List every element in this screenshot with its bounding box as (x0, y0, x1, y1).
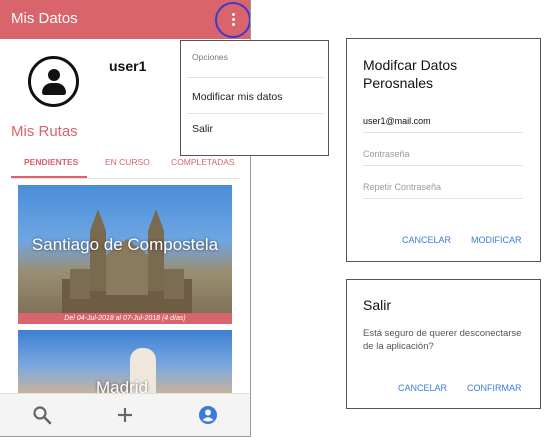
tab-en-curso[interactable]: EN CURSO (105, 157, 150, 167)
menu-header: Opciones (192, 52, 228, 62)
app-bar: Mis Datos (0, 0, 250, 39)
confirm-button[interactable]: CONFIRMAR (467, 383, 522, 393)
cancel-button[interactable]: CANCELAR (402, 235, 451, 245)
avatar (28, 56, 79, 107)
dialog-title: Salir (363, 297, 392, 313)
modify-button[interactable]: MODIFICAR (471, 235, 522, 245)
tab-completadas[interactable]: COMPLETADAS (171, 157, 235, 167)
active-tab-indicator (11, 176, 87, 178)
dialog-message: Está seguro de querer desconectarse de l… (363, 328, 522, 352)
route-card-title: Santiago de Compostela (31, 235, 219, 254)
route-card[interactable]: Santiago de Compostela Del 04-Jul-2018 a… (18, 185, 232, 324)
add-icon[interactable] (113, 403, 137, 427)
cancel-button[interactable]: CANCELAR (398, 383, 447, 393)
menu-item-modificar-datos[interactable]: Modificar mis datos (192, 91, 282, 103)
section-title: Mis Rutas (11, 123, 78, 140)
more-vert-icon (232, 13, 236, 29)
edit-data-dialog: Modifcar Datos Perosnales user1@mail.com… (346, 38, 541, 262)
screenshot-canvas: Mis Datos user1 Mis Rutas PENDIENTES EN … (0, 0, 553, 441)
repeat-password-placeholder: Repetir Contraseña (363, 182, 442, 192)
cathedral-image (62, 209, 192, 315)
search-icon[interactable] (30, 403, 54, 427)
route-card-dates: Del 04-Jul-2018 al 07-Jul-2018 (4 días) (18, 313, 232, 324)
password-placeholder: Contraseña (363, 149, 410, 159)
account-icon[interactable] (196, 403, 220, 427)
menu-item-salir[interactable]: Salir (192, 123, 213, 135)
app-bar-title: Mis Datos (11, 10, 78, 27)
username: user1 (109, 58, 147, 74)
dialog-title: Modifcar Datos Perosnales (363, 57, 458, 91)
email-field[interactable]: user1@mail.com (363, 116, 523, 133)
bottom-navigation (0, 393, 250, 436)
repeat-password-field[interactable]: Repetir Contraseña (363, 182, 523, 199)
email-value: user1@mail.com (363, 116, 431, 126)
logout-dialog: Salir Está seguro de querer desconectars… (346, 279, 541, 409)
menu-divider (187, 113, 324, 114)
menu-divider (187, 77, 324, 78)
tab-pendientes[interactable]: PENDIENTES (24, 157, 78, 167)
tab-divider (11, 178, 240, 179)
password-field[interactable]: Contraseña (363, 149, 523, 166)
overflow-menu-button[interactable] (215, 2, 250, 38)
route-card[interactable]: Madrid (18, 330, 232, 394)
route-card-title: Madrid (96, 378, 148, 394)
options-menu: Opciones Modificar mis datos Salir (180, 40, 329, 156)
